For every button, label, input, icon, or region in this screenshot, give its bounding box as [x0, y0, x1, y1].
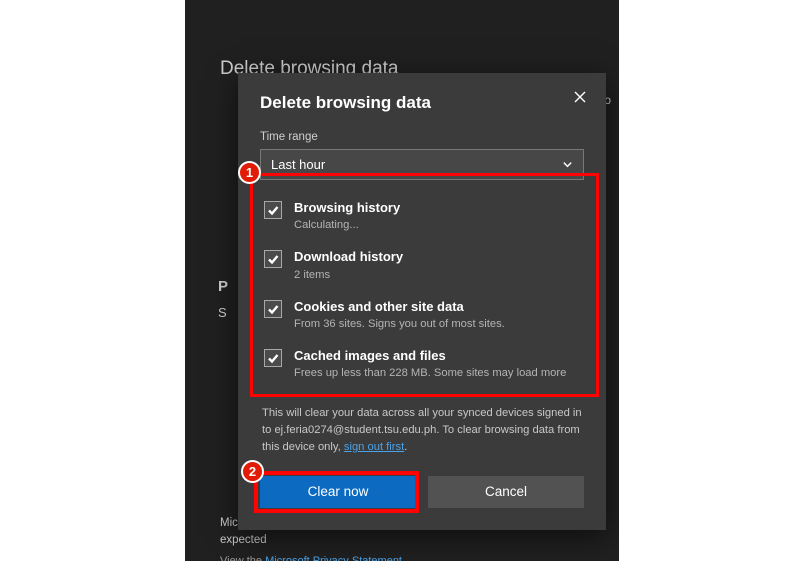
check-icon	[267, 253, 279, 265]
sign-out-first-link[interactable]: sign out first	[344, 441, 404, 453]
checkbox-download-history[interactable]	[264, 250, 282, 268]
clear-now-button[interactable]: Clear now	[260, 476, 416, 508]
diagnostic-sub-prefix: View the	[220, 555, 265, 561]
privacy-statement-link[interactable]: Microsoft Privacy Statement	[265, 555, 402, 561]
check-icon	[267, 204, 279, 216]
chevron-down-icon	[562, 159, 573, 170]
option-title: Download history	[294, 249, 580, 265]
time-range-value: Last hour	[271, 157, 325, 172]
sync-warning-note: This will clear your data across all you…	[260, 405, 584, 455]
time-range-label: Time range	[260, 131, 584, 143]
option-title: Cached images and files	[294, 348, 580, 364]
checkbox-cookies[interactable]	[264, 300, 282, 318]
option-sub: Frees up less than 228 MB. Some sites ma…	[294, 366, 580, 381]
option-sub: Calculating...	[294, 218, 580, 233]
option-browsing-history: Browsing history Calculating...	[260, 194, 584, 243]
checkbox-cache[interactable]	[264, 349, 282, 367]
dialog-title: Delete browsing data	[260, 89, 431, 113]
close-icon	[574, 91, 586, 103]
check-icon	[267, 303, 279, 315]
close-button[interactable]	[566, 83, 594, 111]
sync-note-text: This will clear your data across all you…	[262, 407, 582, 453]
option-cookies: Cookies and other site data From 36 site…	[260, 293, 584, 342]
data-types-list: Browsing history Calculating... Download…	[260, 188, 584, 395]
option-sub: From 36 sites. Signs you out of most sit…	[294, 317, 580, 332]
option-cache: Cached images and files Frees up less th…	[260, 342, 584, 391]
option-title: Browsing history	[294, 200, 580, 216]
delete-browsing-data-dialog: Delete browsing data Time range Last hou…	[238, 73, 606, 530]
cancel-button[interactable]: Cancel	[428, 476, 584, 508]
time-range-select[interactable]: Last hour	[260, 149, 584, 180]
check-icon	[267, 352, 279, 364]
option-title: Cookies and other site data	[294, 299, 580, 315]
sync-note-suffix: .	[404, 441, 407, 453]
background-letter-p: P	[218, 278, 228, 295]
settings-window: Delete browsing data m this pro P S Micr…	[185, 0, 619, 561]
checkbox-browsing-history[interactable]	[264, 201, 282, 219]
option-sub: 2 items	[294, 268, 580, 283]
background-letter-s: S	[218, 305, 227, 320]
option-download-history: Download history 2 items	[260, 243, 584, 292]
